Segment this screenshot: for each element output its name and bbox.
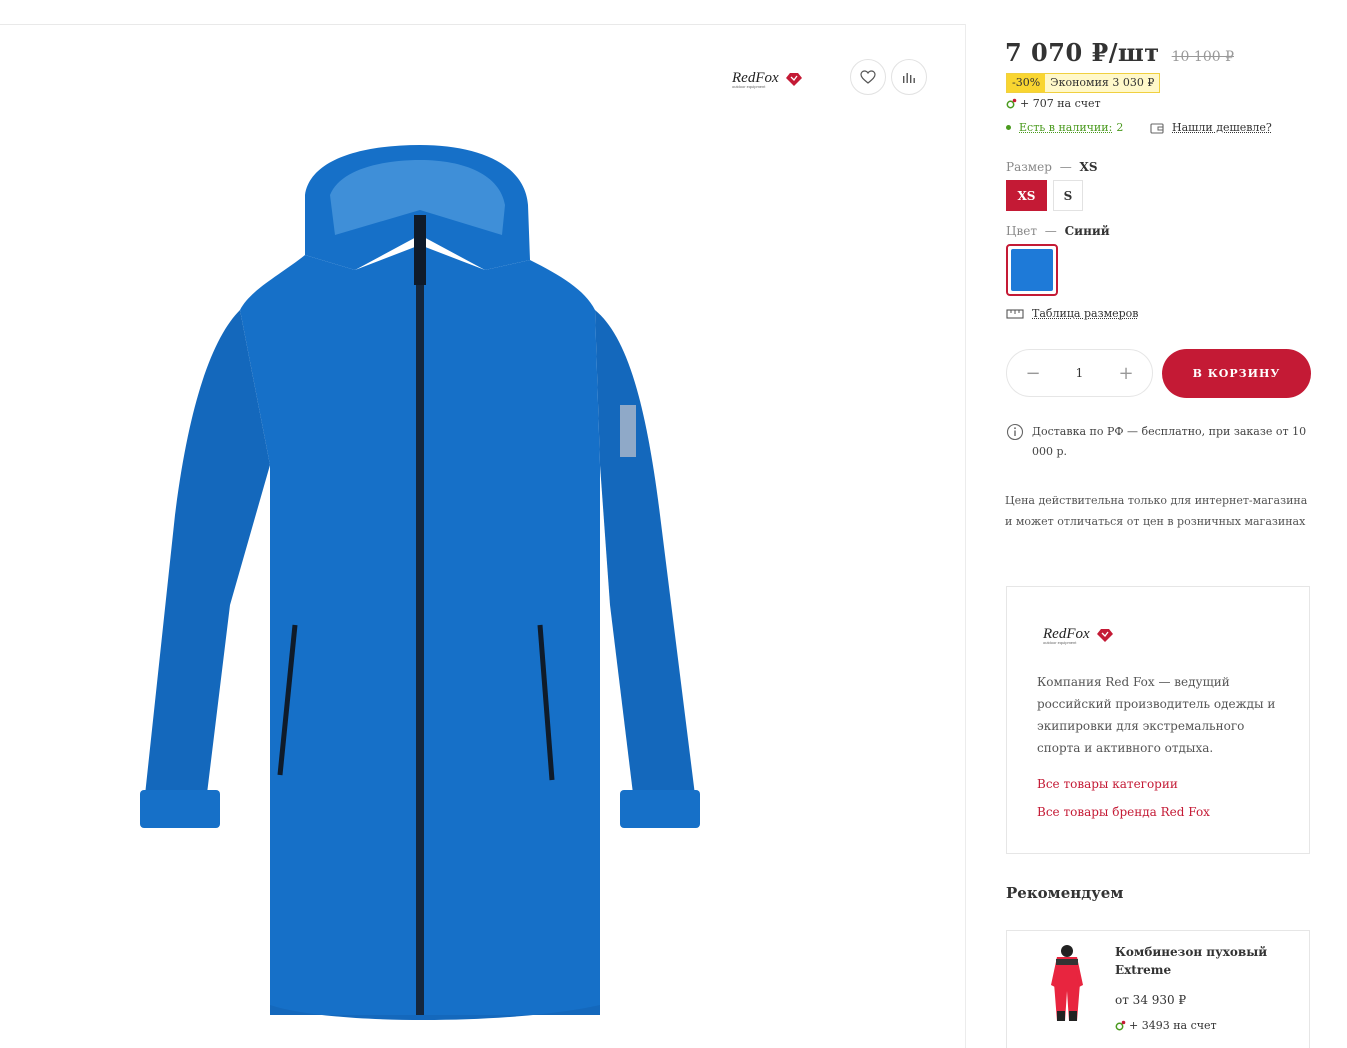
size-table-label: Таблица размеров — [1032, 307, 1139, 320]
size-option-s[interactable]: S — [1053, 180, 1083, 211]
price-row: 7 070 ₽/шт 10 100 ₽ — [1005, 38, 1234, 67]
recommend-title: Рекомендуем — [1006, 884, 1124, 902]
chart-icon — [903, 73, 915, 83]
size-option-xs[interactable]: XS — [1006, 180, 1047, 211]
recommended-product-name[interactable]: Комбинезон пуховый Extreme — [1115, 943, 1295, 979]
bonus-icon — [1006, 98, 1017, 109]
bonus-info: + 707 на счет — [1006, 97, 1101, 110]
discount-percent: -30% — [1007, 74, 1046, 92]
color-selected: Синий — [1064, 224, 1110, 238]
found-cheaper-link[interactable]: Нашли дешевле? — [1150, 121, 1272, 134]
bonus-text: + 707 на счет — [1020, 97, 1101, 110]
recommended-product-card[interactable]: Комбинезон пуховый Extreme от 34 930 ₽ +… — [1006, 930, 1310, 1048]
add-to-cart-button[interactable]: В КОРЗИНУ — [1162, 349, 1311, 398]
size-selected: XS — [1079, 160, 1098, 174]
wallet-icon — [1150, 122, 1164, 134]
size-separator: — — [1059, 160, 1072, 174]
stock-status[interactable]: Есть в наличии: 2 — [1006, 121, 1123, 134]
color-separator: — — [1044, 224, 1057, 238]
recommended-product-bonus: + 3493 на счет — [1115, 1019, 1217, 1032]
brand-logo[interactable]: RedFox outdoor equipment — [730, 65, 806, 95]
recommended-product-image[interactable] — [1047, 943, 1087, 1023]
info-icon — [1006, 423, 1024, 441]
ruler-icon — [1006, 308, 1024, 319]
discount-savings: Экономия 3 030 ₽ — [1045, 74, 1160, 92]
brand-box-logo[interactable]: RedFox outdoor equipment — [1041, 621, 1117, 651]
discount-badge: -30% Экономия 3 030 ₽ — [1006, 73, 1161, 93]
price-disclaimer: Цена действительна только для интернет-м… — [1005, 494, 1308, 528]
size-table-link[interactable]: Таблица размеров — [1006, 307, 1139, 320]
old-price: 10 100 ₽ — [1171, 49, 1234, 65]
current-price: 7 070 ₽/шт — [1005, 38, 1160, 67]
recommended-bonus-text: + 3493 на счет — [1129, 1019, 1217, 1032]
found-cheaper-label: Нашли дешевле? — [1172, 121, 1272, 134]
color-option-blue[interactable] — [1006, 244, 1058, 296]
size-prop-label: Размер — XS — [1006, 160, 1098, 174]
stock-label: Есть в наличии: — [1019, 121, 1113, 134]
brand-description: Компания Red Fox — ведущий российский пр… — [1037, 675, 1276, 755]
color-prop-label: Цвет — Синий — [1006, 224, 1110, 238]
brand-info-box: RedFox outdoor equipment Компания Red Fo… — [1006, 586, 1310, 854]
color-swatch-fill — [1011, 249, 1053, 291]
stock-dot — [1006, 125, 1011, 130]
color-label: Цвет — [1006, 224, 1037, 238]
size-label: Размер — [1006, 160, 1052, 174]
svg-text:outdoor equipment: outdoor equipment — [732, 84, 766, 89]
recommended-product-price: от 34 930 ₽ — [1115, 993, 1187, 1007]
quantity-value[interactable]: 1 — [1076, 366, 1084, 380]
delivery-text: Доставка по РФ — бесплатно, при заказе о… — [1032, 425, 1307, 458]
compare-button[interactable] — [891, 59, 927, 95]
svg-text:outdoor equipment: outdoor equipment — [1043, 640, 1077, 645]
quantity-decrease-button[interactable]: − — [1025, 363, 1041, 384]
column-divider — [965, 24, 966, 1048]
delivery-info: Доставка по РФ — бесплатно, при заказе о… — [1006, 422, 1316, 462]
stock-count: 2 — [1116, 121, 1124, 134]
wishlist-button[interactable] — [850, 59, 886, 95]
brand-products-link[interactable]: Все товары бренда Red Fox — [1037, 805, 1210, 819]
product-gallery: RedFox outdoor equipment — [0, 25, 965, 1048]
bonus-icon — [1115, 1020, 1126, 1031]
category-products-link[interactable]: Все товары категории — [1037, 777, 1178, 791]
quantity-stepper: − 1 + — [1006, 349, 1153, 397]
quantity-increase-button[interactable]: + — [1118, 363, 1134, 384]
product-image[interactable] — [130, 135, 710, 1025]
heart-icon — [860, 70, 876, 84]
